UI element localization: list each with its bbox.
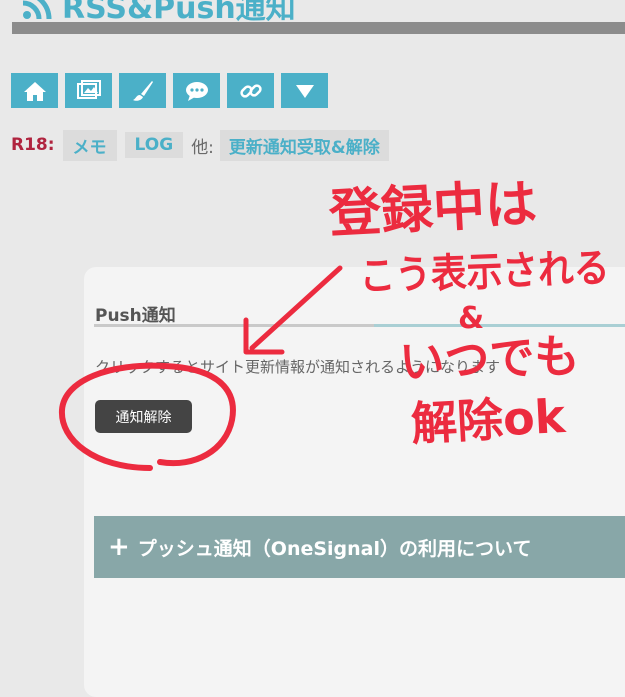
- plus-icon: +: [108, 532, 130, 562]
- chat-icon: [185, 81, 208, 101]
- home-icon: [23, 81, 46, 101]
- rss-icon: [22, 0, 52, 20]
- card-description: クリックするとサイト更新情報が通知されるようになります: [95, 358, 501, 376]
- nav-home-button[interactable]: [11, 73, 58, 108]
- link-icon: [239, 83, 262, 98]
- card-title-underline: [94, 324, 625, 327]
- nav-link-button[interactable]: [227, 73, 274, 108]
- image-icon: [76, 79, 101, 99]
- r18-label: R18:: [11, 135, 55, 155]
- title-underline: [12, 22, 625, 34]
- annotation-line-1: 登録中は: [327, 174, 539, 245]
- nav-comment-button[interactable]: [173, 73, 220, 108]
- accordion-label: プッシュ通知（OneSignal）の利用について: [137, 537, 532, 560]
- onesignal-accordion[interactable]: + プッシュ通知（OneSignal）の利用について: [94, 516, 625, 578]
- unsubscribe-button[interactable]: 通知解除: [95, 400, 192, 433]
- card-title: Push通知: [95, 306, 176, 326]
- update-notification-link[interactable]: 更新通知受取&解除: [219, 129, 389, 161]
- push-notification-card: Push通知 クリックするとサイト更新情報が通知されるようになります 通知解除 …: [84, 267, 625, 697]
- dropdown-triangle-icon: [295, 84, 314, 98]
- icon-nav: [11, 73, 328, 108]
- nav-gallery-button[interactable]: [65, 73, 112, 108]
- r18-row: R18: メモ LOG 他: 更新通知受取&解除: [11, 129, 397, 161]
- brush-icon: [132, 80, 153, 101]
- nav-more-button[interactable]: [281, 73, 328, 108]
- site-title[interactable]: RSS&Push通知: [20, 0, 296, 26]
- nav-paint-button[interactable]: [119, 73, 166, 108]
- other-label: 他:: [191, 137, 214, 158]
- tag-memo-link[interactable]: メモ: [62, 129, 117, 161]
- tag-log-link[interactable]: LOG: [124, 132, 184, 158]
